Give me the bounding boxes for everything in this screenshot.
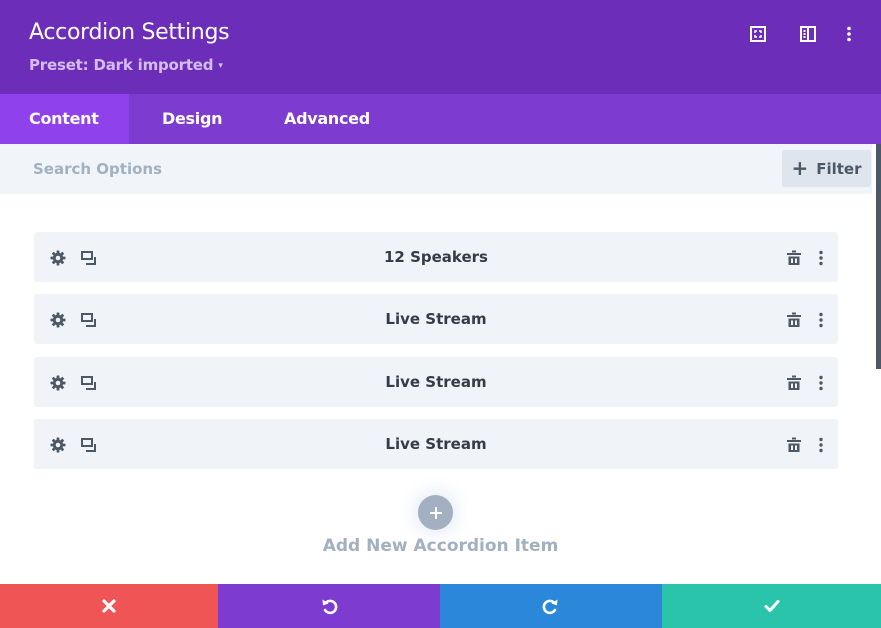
modal-footer xyxy=(0,584,881,628)
trash-icon[interactable] xyxy=(785,311,803,329)
gear-icon[interactable] xyxy=(49,436,67,454)
redo-button[interactable] xyxy=(440,584,662,628)
more-options-icon[interactable] xyxy=(841,26,857,42)
redo-icon xyxy=(542,599,558,615)
save-button[interactable] xyxy=(662,584,881,628)
filter-button[interactable]: + Filter xyxy=(782,150,871,187)
add-item-button[interactable] xyxy=(418,495,453,530)
search-options-input[interactable] xyxy=(0,144,770,194)
search-bar: + Filter xyxy=(0,144,872,194)
modal-title: Accordion Settings xyxy=(29,20,230,45)
add-item-area: Add New Accordion Item xyxy=(0,493,881,563)
trash-icon[interactable] xyxy=(785,249,803,267)
tab-advanced[interactable]: Advanced xyxy=(284,94,370,144)
item-more-options-icon[interactable] xyxy=(812,436,830,454)
duplicate-icon[interactable] xyxy=(80,436,98,454)
trash-icon[interactable] xyxy=(785,374,803,392)
undo-icon xyxy=(322,599,338,615)
duplicate-icon[interactable] xyxy=(80,374,98,392)
accordion-item-title: Live Stream xyxy=(385,373,487,391)
check-icon xyxy=(764,600,779,612)
modal-header: Accordion Settings Preset: Dark imported… xyxy=(0,0,881,94)
accordion-item-title: Live Stream xyxy=(385,310,487,328)
plus-icon xyxy=(429,506,442,519)
scrollbar[interactable] xyxy=(876,144,881,369)
settings-tabs: Content Design Advanced xyxy=(0,94,881,144)
gear-icon[interactable] xyxy=(49,249,67,267)
split-view-icon[interactable] xyxy=(800,26,816,42)
preset-selector[interactable]: Preset: Dark imported ▾ xyxy=(29,56,223,74)
accordion-item[interactable]: Live Stream xyxy=(34,294,838,344)
add-item-label[interactable]: Add New Accordion Item xyxy=(0,536,881,556)
tab-design[interactable]: Design xyxy=(162,94,222,144)
undo-button[interactable] xyxy=(218,584,440,628)
duplicate-icon[interactable] xyxy=(80,311,98,329)
accordion-item[interactable]: Live Stream xyxy=(34,419,838,469)
gear-icon[interactable] xyxy=(49,311,67,329)
preset-label: Preset: Dark imported xyxy=(29,56,214,74)
close-icon xyxy=(102,599,116,613)
tab-content[interactable]: Content xyxy=(0,94,129,144)
gear-icon[interactable] xyxy=(49,374,67,392)
duplicate-icon[interactable] xyxy=(80,249,98,267)
expand-modal-icon[interactable] xyxy=(750,26,766,42)
accordion-item-title: Live Stream xyxy=(385,435,487,453)
accordion-item[interactable]: Live Stream xyxy=(34,357,838,407)
filter-label: Filter xyxy=(816,159,862,178)
trash-icon[interactable] xyxy=(785,436,803,454)
item-more-options-icon[interactable] xyxy=(812,311,830,329)
item-more-options-icon[interactable] xyxy=(812,374,830,392)
accordion-item-title: 12 Speakers xyxy=(383,248,488,266)
accordion-item[interactable]: 12 Speakers xyxy=(34,232,838,282)
cancel-button[interactable] xyxy=(0,584,218,628)
plus-icon: + xyxy=(791,155,809,180)
caret-down-icon: ▾ xyxy=(218,61,223,71)
item-more-options-icon[interactable] xyxy=(812,249,830,267)
